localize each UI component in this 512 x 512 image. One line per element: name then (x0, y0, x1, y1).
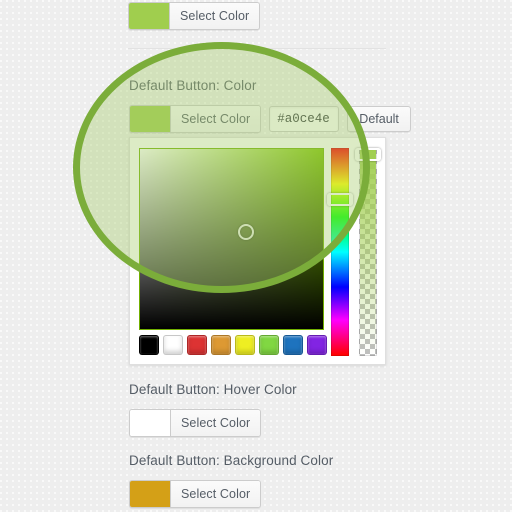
default-button-hover-color-swatch[interactable] (130, 410, 171, 436)
hex-value-input[interactable] (269, 106, 340, 132)
top-color-swatch[interactable] (129, 3, 170, 29)
swatch-white[interactable] (163, 335, 183, 355)
section-default-button-color: Default Button: Color Select Color Defau… (129, 77, 411, 133)
sv-cursor-handle[interactable] (238, 223, 255, 240)
alpha-slider[interactable] (355, 148, 381, 356)
background-select-color-button[interactable]: Select Color (171, 481, 261, 507)
default-button-hover-color-row: Select Color (129, 409, 297, 437)
swatch-yellow[interactable] (235, 335, 255, 355)
default-button-color-swatch[interactable] (130, 106, 171, 132)
sv-black-gradient (140, 149, 323, 329)
top-color-field: Select Color (128, 2, 261, 30)
swatch-green[interactable] (259, 335, 279, 355)
swatch-purple[interactable] (307, 335, 327, 355)
hue-slider-handle[interactable] (327, 193, 353, 206)
hue-slider[interactable] (327, 148, 353, 356)
hover-select-color-button[interactable]: Select Color (171, 410, 261, 436)
top-select-color-button[interactable]: Select Color (170, 3, 260, 29)
palette-swatch-row (139, 335, 327, 355)
default-button-color-control[interactable]: Select Color (129, 105, 262, 133)
default-button-color-row: Select Color Default (129, 105, 411, 133)
iris-color-picker[interactable] (129, 137, 386, 365)
section-default-button-background-color: Default Button: Background Color Select … (129, 452, 333, 508)
swatch-blue[interactable] (283, 335, 303, 355)
default-button-background-color-row: Select Color (129, 480, 333, 508)
default-button-hover-color-control[interactable]: Select Color (129, 409, 262, 437)
section-divider (128, 48, 386, 49)
section-default-button-hover-color: Default Button: Hover Color Select Color (129, 381, 297, 437)
label-default-button-background-color: Default Button: Background Color (129, 453, 334, 468)
saturation-value-square[interactable] (139, 148, 324, 330)
default-button-background-color-swatch[interactable] (130, 481, 171, 507)
restore-default-button[interactable]: Default (347, 106, 411, 132)
swatch-black[interactable] (139, 335, 159, 355)
label-default-button-hover-color: Default Button: Hover Color (129, 382, 297, 397)
default-button-background-color-control[interactable]: Select Color (129, 480, 262, 508)
default-button-select-color-button[interactable]: Select Color (171, 106, 261, 132)
alpha-gradient-overlay (360, 149, 376, 355)
alpha-slider-handle[interactable] (355, 148, 381, 161)
swatch-red[interactable] (187, 335, 207, 355)
label-default-button-color: Default Button: Color (129, 78, 257, 93)
top-color-control[interactable]: Select Color (128, 2, 261, 30)
swatch-orange[interactable] (211, 335, 231, 355)
page-root: Select Color Default Button: Color Selec… (0, 0, 512, 512)
